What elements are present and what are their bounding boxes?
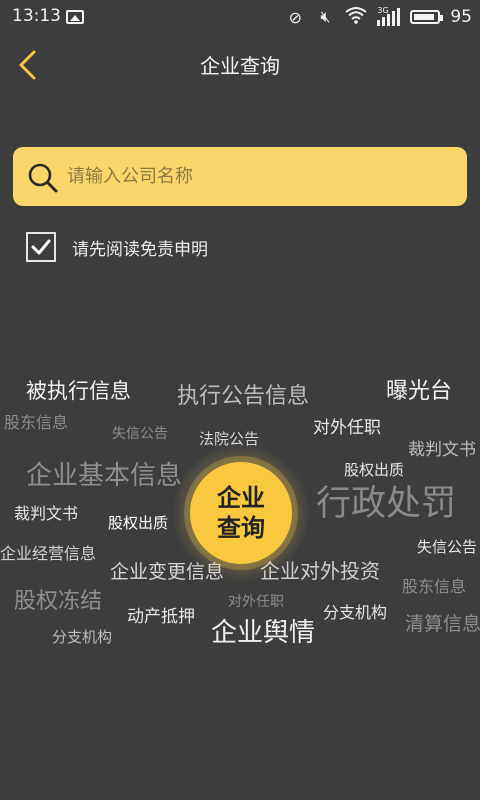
status-bar: 13:13 ⊘ 🔇︎ 3G 95 bbox=[0, 0, 480, 34]
enterprise-query-button[interactable]: 企业 查询 bbox=[190, 462, 292, 564]
status-time: 13:13 bbox=[12, 6, 61, 26]
search-box[interactable] bbox=[13, 147, 467, 206]
nfc-icon: ⊘ bbox=[288, 7, 303, 27]
cloud-word[interactable]: 曝光台 bbox=[386, 381, 452, 403]
image-notification-icon bbox=[66, 10, 84, 24]
header: 企业查询 bbox=[0, 34, 480, 94]
cloud-word[interactable]: 失信公告 bbox=[417, 540, 477, 555]
cloud-word[interactable]: 行政处罚 bbox=[316, 487, 456, 522]
cloud-word[interactable]: 清算信息 bbox=[405, 615, 480, 634]
cloud-word[interactable]: 裁判文书 bbox=[408, 442, 476, 459]
cloud-word[interactable]: 股权出质 bbox=[344, 463, 404, 478]
mute-icon: 🔇︎ bbox=[320, 7, 331, 26]
wifi-icon bbox=[345, 6, 367, 28]
cloud-word[interactable]: 股东信息 bbox=[402, 579, 466, 595]
search-icon bbox=[27, 162, 59, 194]
cloud-word[interactable]: 股权出质 bbox=[108, 516, 168, 531]
cloud-word[interactable]: 企业经营信息 bbox=[0, 546, 96, 562]
agreement-row[interactable]: 请先阅读免责申明 bbox=[26, 230, 208, 264]
cloud-word[interactable]: 分支机构 bbox=[52, 630, 112, 645]
signal-icon: 3G bbox=[377, 6, 401, 26]
cloud-word[interactable]: 执行公告信息 bbox=[177, 386, 309, 408]
cloud-word[interactable]: 被执行信息 bbox=[26, 381, 131, 402]
battery-level: 95 bbox=[450, 7, 472, 27]
cloud-word[interactable]: 企业基本信息 bbox=[26, 463, 182, 489]
cloud-word[interactable]: 对外任职 bbox=[228, 595, 284, 609]
center-button-line2: 查询 bbox=[217, 514, 265, 542]
cloud-word[interactable]: 动产抵押 bbox=[127, 609, 195, 626]
page-title: 企业查询 bbox=[200, 54, 280, 78]
cloud-word[interactable]: 股东信息 bbox=[4, 415, 68, 431]
cloud-word[interactable]: 裁判文书 bbox=[14, 506, 78, 522]
cloud-word[interactable]: 股权冻结 bbox=[14, 591, 102, 613]
cloud-word[interactable]: 分支机构 bbox=[323, 605, 387, 621]
center-button-line1: 企业 bbox=[217, 484, 265, 512]
search-input[interactable] bbox=[67, 147, 447, 206]
agreement-checkbox[interactable] bbox=[26, 232, 56, 262]
cloud-word[interactable]: 对外任职 bbox=[313, 420, 381, 437]
network-type: 3G bbox=[377, 6, 389, 15]
cloud-word[interactable]: 企业舆情 bbox=[211, 620, 315, 646]
battery-icon bbox=[410, 10, 444, 24]
agreement-label: 请先阅读免责申明 bbox=[72, 239, 208, 260]
status-icons: ⊘ 🔇︎ 3G 95 bbox=[285, 6, 472, 28]
cloud-word[interactable]: 失信公告 bbox=[112, 427, 168, 441]
